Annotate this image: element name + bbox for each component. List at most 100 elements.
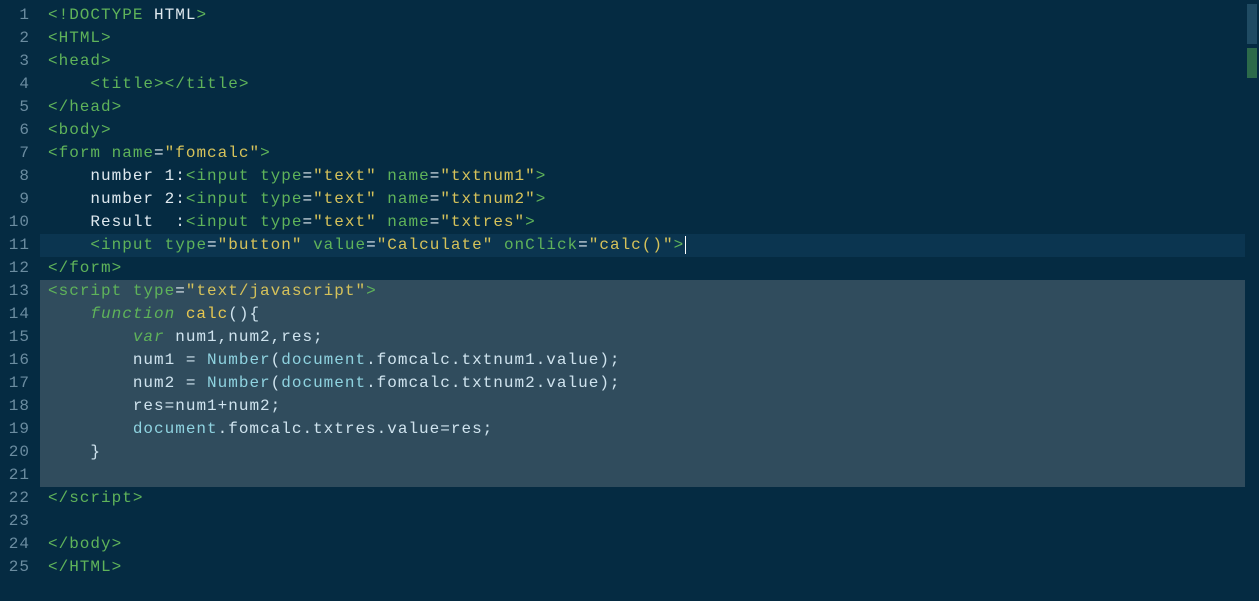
code-token: ( — [271, 351, 282, 369]
code-token: < — [48, 121, 59, 139]
code-token: > — [536, 167, 547, 185]
code-line[interactable]: <HTML> — [40, 27, 1245, 50]
code-token — [249, 213, 260, 231]
code-token: type — [260, 190, 302, 208]
code-token: > — [112, 259, 123, 277]
code-token: input — [196, 213, 249, 231]
code-token: > — [101, 52, 112, 70]
code-token: > — [260, 144, 271, 162]
code-line[interactable]: num2 = Number(document.fomcalc.txtnum2.v… — [40, 372, 1245, 395]
code-token: body — [69, 535, 111, 553]
code-line[interactable]: <head> — [40, 50, 1245, 73]
code-token — [302, 236, 313, 254]
code-token: num1 — [175, 397, 217, 415]
code-token — [377, 190, 388, 208]
code-token: number 2: — [48, 190, 186, 208]
code-token: .fomcalc.txtres.value — [218, 420, 441, 438]
code-line[interactable]: Result :<input type="text" name="txtres"… — [40, 211, 1245, 234]
code-token: "txtnum1" — [440, 167, 535, 185]
code-token — [196, 351, 207, 369]
line-number: 16 — [0, 349, 40, 372]
line-number: 20 — [0, 441, 40, 464]
code-token: "text" — [313, 167, 377, 185]
code-line[interactable]: </script> — [40, 487, 1245, 510]
code-token: > — [366, 282, 377, 300]
minimap[interactable] — [1245, 0, 1259, 601]
code-line[interactable]: </body> — [40, 533, 1245, 556]
code-token: < — [48, 282, 59, 300]
line-number: 2 — [0, 27, 40, 50]
code-token: type — [260, 213, 302, 231]
code-line[interactable]: num1 = Number(document.fomcalc.txtnum1.v… — [40, 349, 1245, 372]
line-number: 21 — [0, 464, 40, 487]
code-token: HTML — [143, 6, 196, 24]
code-line[interactable]: </HTML> — [40, 556, 1245, 579]
code-token: "fomcalc" — [165, 144, 260, 162]
code-token: > — [154, 75, 165, 93]
code-token: onClick — [504, 236, 578, 254]
code-token: name — [387, 167, 429, 185]
code-token: <! — [48, 6, 69, 24]
code-line[interactable]: </head> — [40, 96, 1245, 119]
code-line[interactable]: function calc(){ — [40, 303, 1245, 326]
code-line[interactable]: <form name="fomcalc"> — [40, 142, 1245, 165]
code-line[interactable]: <!DOCTYPE HTML> — [40, 4, 1245, 27]
code-token — [101, 144, 112, 162]
code-token: </ — [48, 535, 69, 553]
code-token: num2; — [228, 397, 281, 415]
code-token: < — [48, 29, 59, 47]
code-token: input — [196, 167, 249, 185]
code-line[interactable]: <script type="text/javascript"> — [40, 280, 1245, 303]
code-line[interactable]: <title></title> — [40, 73, 1245, 96]
line-number-gutter: 1234567891011121314151617181920212223242… — [0, 0, 40, 601]
code-line[interactable]: var num1,num2,res; — [40, 326, 1245, 349]
code-token — [48, 328, 133, 346]
code-token: = — [366, 236, 377, 254]
code-token: name — [387, 190, 429, 208]
code-token: </ — [48, 259, 69, 277]
code-line[interactable]: res=num1+num2; — [40, 395, 1245, 418]
code-token: "text/javascript" — [186, 282, 366, 300]
line-number: 17 — [0, 372, 40, 395]
code-token: > — [101, 121, 112, 139]
line-number: 3 — [0, 50, 40, 73]
code-token: "txtnum2" — [440, 190, 535, 208]
code-token: title — [186, 75, 239, 93]
code-token: = — [186, 374, 197, 392]
code-line[interactable]: } — [40, 441, 1245, 464]
code-token: < — [48, 52, 59, 70]
code-line[interactable]: number 2:<input type="text" name="txtnum… — [40, 188, 1245, 211]
code-line[interactable]: <input type="button" value="Calculate" o… — [40, 234, 1245, 257]
code-editor[interactable]: 1234567891011121314151617181920212223242… — [0, 0, 1259, 601]
code-token: type — [165, 236, 207, 254]
code-line[interactable] — [40, 510, 1245, 533]
code-token: res; — [451, 420, 493, 438]
code-token — [493, 236, 504, 254]
code-token: HTML — [59, 29, 101, 47]
code-token: < — [186, 167, 197, 185]
line-number: 25 — [0, 556, 40, 579]
code-token: > — [536, 190, 547, 208]
code-token: </ — [48, 489, 69, 507]
code-line[interactable]: </form> — [40, 257, 1245, 280]
line-number: 1 — [0, 4, 40, 27]
code-line[interactable]: <body> — [40, 119, 1245, 142]
code-token: name — [387, 213, 429, 231]
text-cursor — [685, 236, 686, 254]
code-token: (){ — [228, 305, 260, 323]
line-number: 12 — [0, 257, 40, 280]
code-token: = — [440, 420, 451, 438]
code-line[interactable] — [40, 464, 1245, 487]
code-area[interactable]: <!DOCTYPE HTML><HTML><head> <title></tit… — [40, 0, 1245, 601]
code-token: Result : — [48, 213, 186, 231]
code-token: "Calculate" — [377, 236, 494, 254]
code-token: document — [281, 351, 366, 369]
code-token: > — [239, 75, 250, 93]
code-line[interactable]: document.fomcalc.txtres.value=res; — [40, 418, 1245, 441]
code-token: = — [186, 351, 197, 369]
code-token: </ — [48, 98, 69, 116]
code-token: head — [59, 52, 101, 70]
line-number: 10 — [0, 211, 40, 234]
line-number: 5 — [0, 96, 40, 119]
code-line[interactable]: number 1:<input type="text" name="txtnum… — [40, 165, 1245, 188]
